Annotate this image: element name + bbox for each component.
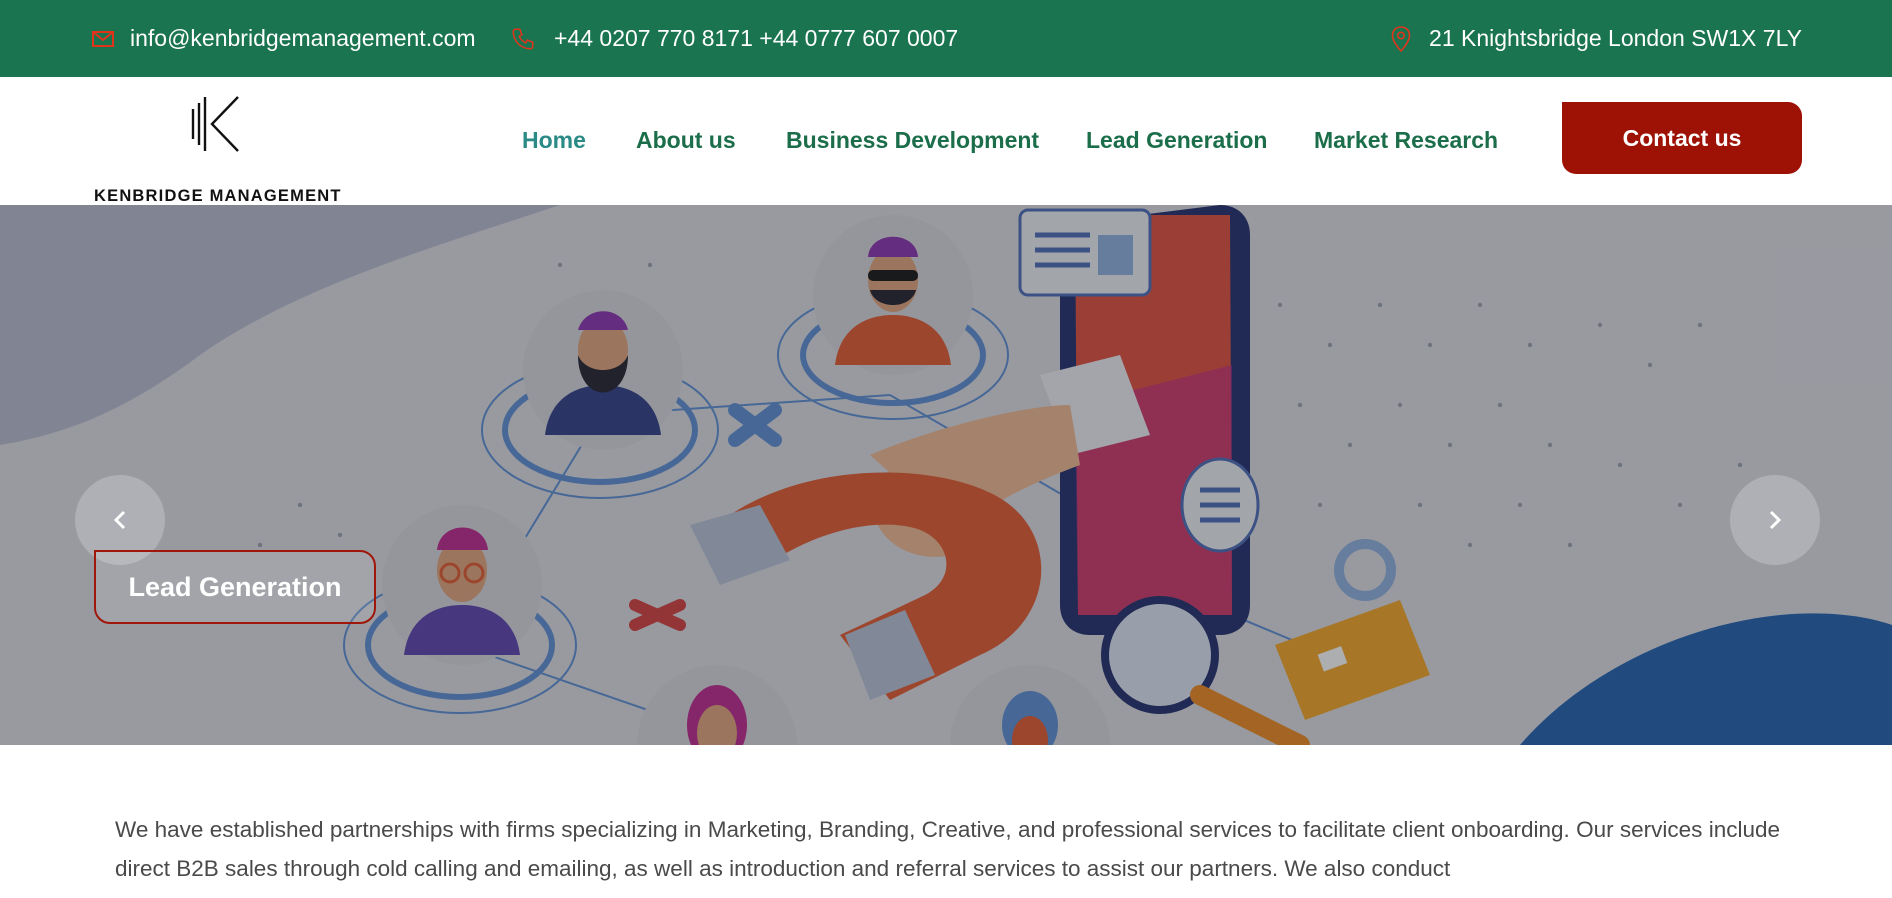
hero-slider: Lead Generation: [0, 205, 1892, 745]
nav-about-us[interactable]: About us: [636, 127, 736, 154]
site-header: KENBRIDGE MANAGEMENT Home About us Busin…: [0, 77, 1892, 205]
hero-dark-overlay: [0, 205, 1892, 745]
nav-market-research[interactable]: Market Research: [1314, 127, 1498, 154]
email-text[interactable]: info@kenbridgemanagement.com: [130, 25, 476, 52]
nav-home[interactable]: Home: [522, 127, 586, 154]
phone-icon: [512, 27, 534, 50]
topbar-phone[interactable]: +44 0207 770 8171 +44 0777 607 0007: [510, 0, 958, 77]
address-text: 21 Knightsbridge London SW1X 7LY: [1429, 25, 1802, 51]
slide-title-button[interactable]: Lead Generation: [94, 550, 376, 624]
phone-text[interactable]: +44 0207 770 8171 +44 0777 607 0007: [554, 25, 958, 52]
location-pin-icon: [1391, 25, 1411, 52]
chevron-right-icon: [1769, 510, 1782, 530]
top-contact-bar: info@kenbridgemanagement.com +44 0207 77…: [0, 0, 1892, 77]
slider-next-button[interactable]: [1730, 475, 1820, 565]
chevron-left-icon: [113, 510, 126, 530]
topbar-email[interactable]: info@kenbridgemanagement.com: [92, 0, 476, 77]
nav-lead-generation[interactable]: Lead Generation: [1086, 127, 1267, 154]
topbar-address: 21 Knightsbridge London SW1X 7LY: [1391, 0, 1802, 77]
contact-us-button[interactable]: Contact us: [1562, 102, 1802, 174]
main-nav: Home About us Business Development Lead …: [0, 77, 1892, 205]
intro-paragraph: We have established partnerships with fi…: [115, 817, 1780, 881]
nav-business-development[interactable]: Business Development: [786, 127, 1039, 154]
envelope-icon: [92, 30, 114, 47]
